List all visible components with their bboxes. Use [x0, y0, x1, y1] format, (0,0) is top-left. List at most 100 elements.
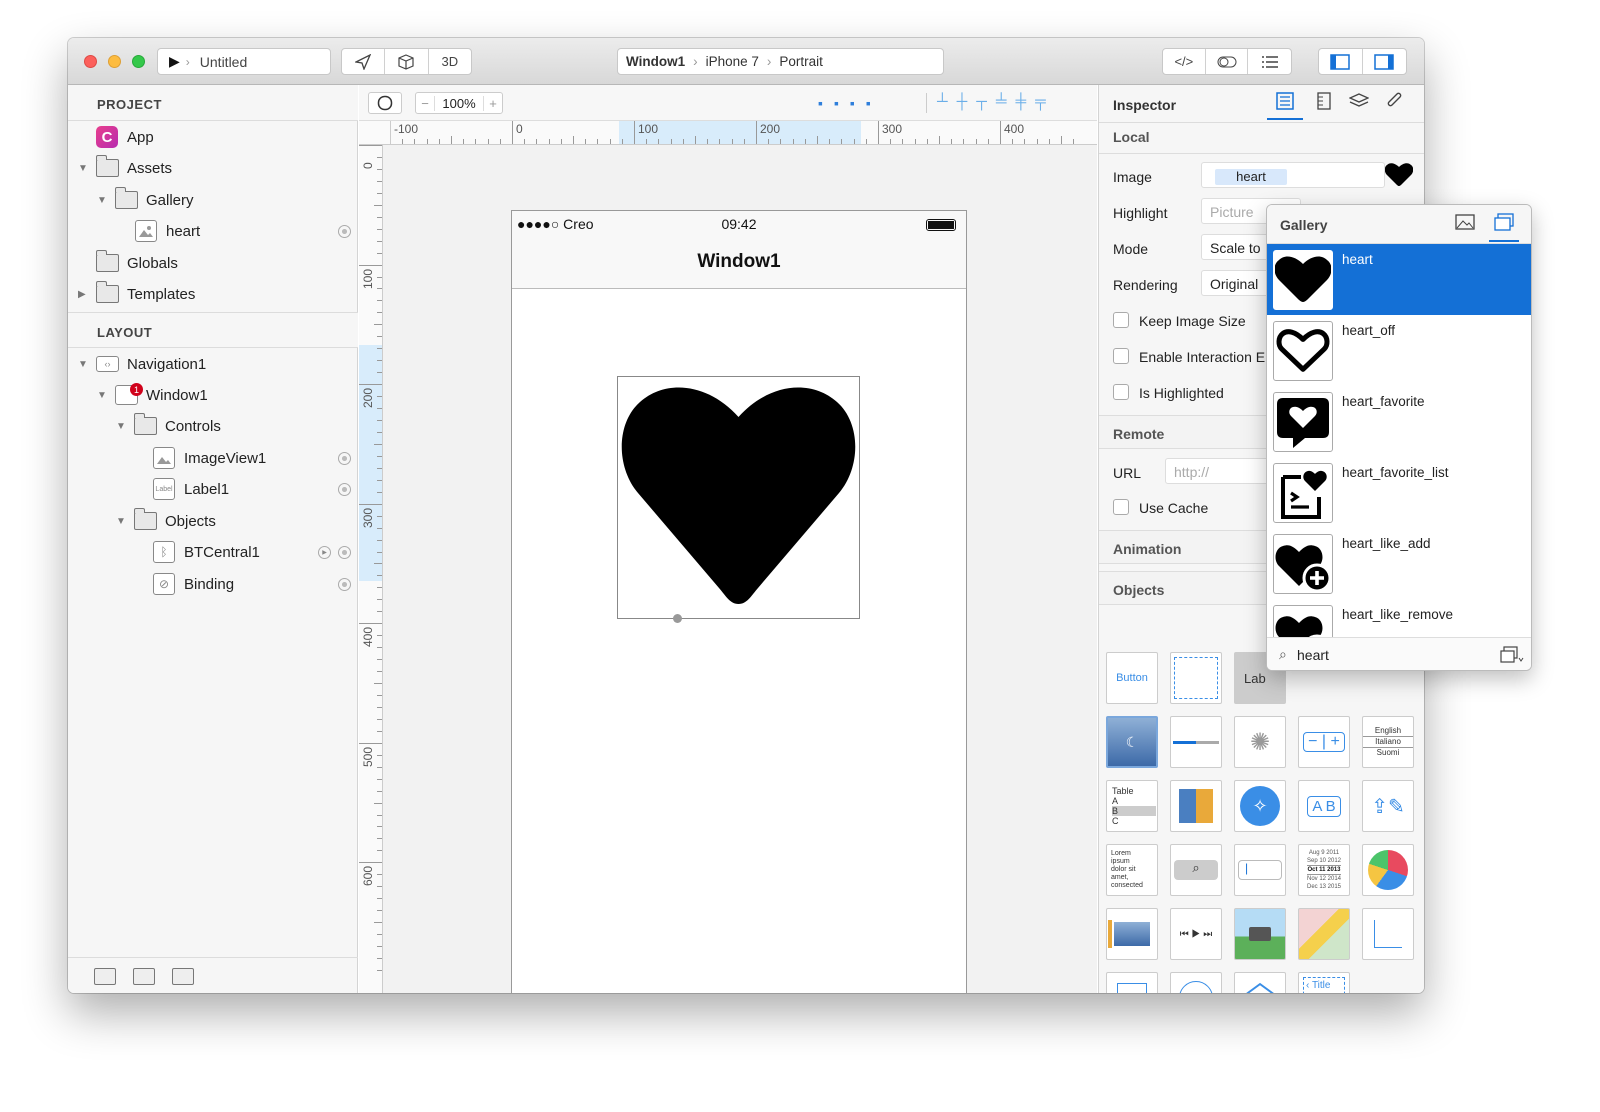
- close-button[interactable]: [84, 55, 97, 68]
- obj-slider[interactable]: [1170, 716, 1222, 768]
- obj-table[interactable]: Table A B C: [1106, 780, 1158, 832]
- obj-segmented[interactable]: A B: [1298, 780, 1350, 832]
- tree-item-label1[interactable]: Label Label1: [68, 474, 358, 504]
- url-field[interactable]: http://: [1165, 458, 1275, 484]
- tree-item-navigation1[interactable]: ▼ ‹› Navigation1: [68, 349, 358, 379]
- obj-share[interactable]: ⇪✎: [1362, 780, 1414, 832]
- obj-collection[interactable]: [1170, 780, 1222, 832]
- tree-item-imageview1[interactable]: ImageView1: [68, 443, 358, 473]
- list-button[interactable]: [1248, 49, 1291, 74]
- gallery-options-button[interactable]: [1500, 646, 1524, 669]
- obj-media[interactable]: ⏮ ▶ ⏭: [1170, 908, 1222, 960]
- obj-webview[interactable]: ✧: [1234, 780, 1286, 832]
- tab-layers[interactable]: [1347, 92, 1371, 116]
- tree-item-controls[interactable]: ▼ Controls: [68, 411, 358, 441]
- play-small-icon[interactable]: ▶: [318, 545, 331, 559]
- obj-map[interactable]: [1298, 908, 1350, 960]
- obj-picker[interactable]: English Italiano Suomi: [1362, 716, 1414, 768]
- align-buttons[interactable]: ┴┼┬╧╪╤: [937, 93, 1055, 110]
- 3d-button[interactable]: 3D: [429, 49, 471, 74]
- toggle-button[interactable]: [1206, 49, 1249, 74]
- obj-datepicker[interactable]: Aug 9 2011 Sep 10 2012 Oct 11 2013 Nov 1…: [1298, 844, 1350, 896]
- gallery-search-input[interactable]: [1297, 644, 1493, 666]
- zoom-level[interactable]: 100%: [434, 95, 484, 111]
- tree-item-objects[interactable]: ▼ Objects: [68, 506, 358, 536]
- run-target-box[interactable]: ▶ › Untitled: [157, 48, 331, 75]
- tree-item-templates[interactable]: ▶ Templates: [68, 279, 358, 309]
- obj-imageview[interactable]: ☾: [1106, 716, 1158, 768]
- play-icon[interactable]: ▶: [169, 53, 180, 70]
- obj-searchbar[interactable]: ⌕: [1170, 844, 1222, 896]
- right-panel-button[interactable]: [1363, 49, 1407, 74]
- crumb-device[interactable]: iPhone 7: [706, 54, 759, 69]
- tab-ruler[interactable]: [1312, 92, 1336, 116]
- gallery-item-heart-like-add[interactable]: heart_like_add: [1267, 528, 1531, 599]
- zoom-button[interactable]: [132, 55, 145, 68]
- tree-item-binding[interactable]: ⊘ Binding: [68, 569, 358, 599]
- obj-chart[interactable]: [1362, 844, 1414, 896]
- crumb-window[interactable]: Window1: [626, 54, 685, 69]
- keep-size-checkbox[interactable]: [1113, 312, 1129, 328]
- tree-item-gallery[interactable]: ▼ Gallery: [68, 185, 358, 215]
- add-object-icon[interactable]: [172, 968, 194, 985]
- obj-textview[interactable]: Lorem ipsum dolor sit amet, consected: [1106, 844, 1158, 896]
- obj-view[interactable]: [1170, 652, 1222, 704]
- image-field[interactable]: heart: [1201, 162, 1385, 188]
- zoom-in-button[interactable]: +: [484, 96, 502, 111]
- obj-gallery[interactable]: [1106, 908, 1158, 960]
- gallery-item-heart-like-remove[interactable]: heart_like_remove: [1267, 599, 1531, 637]
- obj-mapview[interactable]: [1234, 908, 1286, 960]
- disclosure-open-icon[interactable]: ▼: [78, 163, 88, 174]
- is-highlighted-checkbox[interactable]: [1113, 384, 1129, 400]
- arrange-buttons[interactable]: ▪▪▪▪: [818, 95, 882, 111]
- minimize-button[interactable]: [108, 55, 121, 68]
- obj-stepper[interactable]: − | +: [1298, 716, 1350, 768]
- status-dot-icon[interactable]: [338, 545, 351, 559]
- tree-item-window1[interactable]: ▼ 1 Window1: [68, 380, 358, 410]
- obj-rectangle[interactable]: [1106, 972, 1158, 993]
- left-panel-button[interactable]: [1319, 49, 1363, 74]
- add-screen-icon[interactable]: [133, 968, 155, 985]
- obj-circle[interactable]: [1170, 972, 1222, 993]
- disclosure-open-icon[interactable]: ▼: [97, 195, 107, 206]
- tree-item-app[interactable]: C App: [68, 122, 358, 152]
- gallery-collection-tab[interactable]: [1489, 211, 1519, 242]
- gallery-item-heart-off[interactable]: heart_off: [1267, 315, 1531, 386]
- use-cache-checkbox[interactable]: [1113, 499, 1129, 515]
- obj-polygon[interactable]: ⬠: [1234, 972, 1286, 993]
- resize-handle[interactable]: [673, 614, 682, 623]
- gallery-item-heart-favorite-list[interactable]: heart_favorite_list: [1267, 457, 1531, 528]
- obj-button[interactable]: Button: [1106, 652, 1158, 704]
- tab-attributes[interactable]: [1267, 92, 1303, 120]
- imageview-selection[interactable]: [617, 376, 860, 623]
- tree-item-btcentral1[interactable]: ᛒ BTCentral1 ▶: [68, 537, 358, 567]
- obj-navbar[interactable]: ‹ Title: [1298, 972, 1350, 993]
- disclosure-open-icon[interactable]: ▼: [97, 390, 107, 401]
- gallery-images-tab[interactable]: [1455, 213, 1475, 236]
- disclosure-open-icon[interactable]: ▼: [116, 516, 126, 527]
- obj-textfield[interactable]: |: [1234, 844, 1286, 896]
- disclosure-closed-icon[interactable]: ▶: [78, 289, 86, 300]
- tree-item-heart[interactable]: heart: [68, 216, 358, 246]
- tree-item-globals[interactable]: Globals: [68, 248, 358, 278]
- status-dot-icon[interactable]: [338, 577, 351, 591]
- package-button[interactable]: [385, 49, 429, 74]
- obj-line[interactable]: [1362, 908, 1414, 960]
- shape-button[interactable]: [368, 92, 402, 114]
- status-dot-icon[interactable]: [338, 482, 351, 496]
- tree-item-assets[interactable]: ▼ Assets: [68, 153, 358, 183]
- status-dot-icon[interactable]: [338, 224, 351, 238]
- disclosure-open-icon[interactable]: ▼: [78, 359, 88, 370]
- add-folder-icon[interactable]: [94, 968, 116, 985]
- obj-activity[interactable]: ✺: [1234, 716, 1286, 768]
- status-dot-icon[interactable]: [338, 451, 351, 465]
- enable-interaction-checkbox[interactable]: [1113, 348, 1129, 364]
- code-button[interactable]: </>: [1163, 49, 1206, 74]
- heart-preview-icon[interactable]: [1385, 163, 1413, 187]
- send-button[interactable]: [342, 49, 386, 74]
- gallery-item-heart[interactable]: heart: [1267, 244, 1531, 315]
- crumb-orientation[interactable]: Portrait: [779, 54, 823, 69]
- disclosure-open-icon[interactable]: ▼: [116, 421, 126, 432]
- gallery-item-heart-favorite[interactable]: heart_favorite: [1267, 386, 1531, 457]
- zoom-out-button[interactable]: −: [416, 96, 434, 111]
